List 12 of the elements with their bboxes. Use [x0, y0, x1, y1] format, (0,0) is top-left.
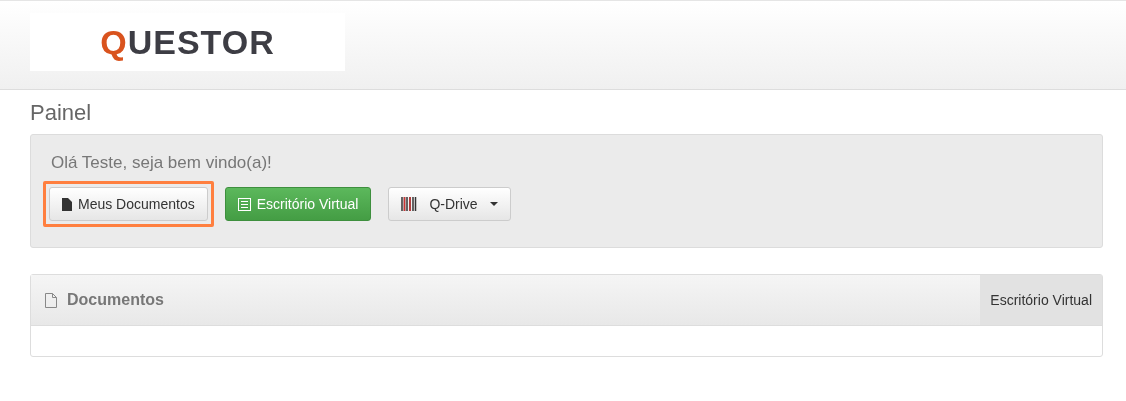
document-icon — [62, 197, 72, 211]
dropdown-button[interactable]: Q-Drive — [388, 187, 511, 221]
nav-button[interactable]: Meus Documentos — [49, 187, 208, 221]
caret-icon — [489, 202, 498, 206]
panel-tab[interactable]: Escritório Virtual — [980, 275, 1102, 325]
page-title: Painel — [30, 100, 93, 126]
panel-title: Documentos — [67, 291, 165, 309]
welcome-message: Olá Teste, seja bem vindo(a)! — [51, 153, 273, 173]
questor-logo: QUESTOR — [100, 22, 275, 62]
barcode-icon — [401, 197, 418, 211]
file-icon — [45, 292, 57, 308]
list-icon — [237, 197, 251, 211]
